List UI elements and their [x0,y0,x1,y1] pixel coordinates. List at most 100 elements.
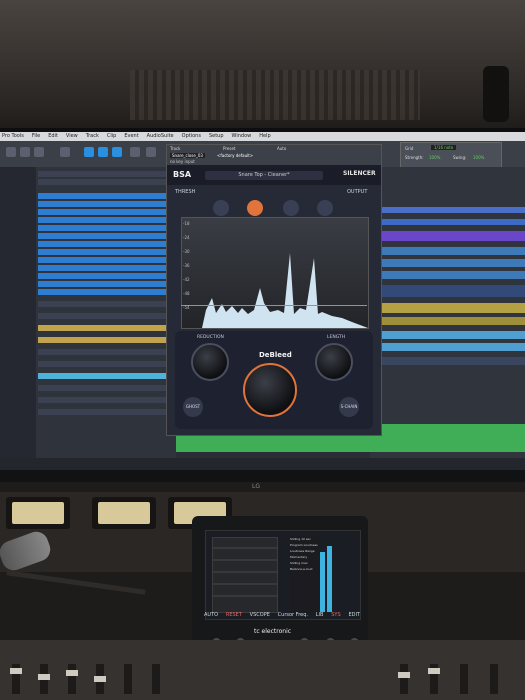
track-row[interactable] [38,265,174,271]
track-row[interactable] [38,179,174,185]
clip[interactable] [370,271,525,279]
track-row[interactable] [38,325,174,331]
spectrum-graph [182,253,368,328]
debleed-label: DeBleed [259,351,292,359]
kick-mode-icon[interactable] [213,200,229,216]
preset-select[interactable]: <factory default> [217,153,253,158]
tom-mode-icon[interactable] [283,200,299,216]
strength-value[interactable]: 100% [429,155,440,160]
track-row[interactable] [38,361,174,367]
smart-tool-button[interactable] [98,147,108,157]
tc-edit-button[interactable]: EDIT [348,612,360,624]
track-row[interactable] [38,217,174,223]
menu-item[interactable]: File [32,132,40,141]
track-row[interactable] [38,209,174,215]
clip[interactable] [370,331,525,339]
tool-button[interactable] [34,147,44,157]
track-row[interactable] [38,233,174,239]
fader-cap[interactable] [66,670,78,676]
track-row[interactable] [38,171,174,177]
track-row[interactable] [38,273,174,279]
preset-selector[interactable]: Snare Top - Cleaner* [205,171,323,180]
clip[interactable] [370,231,525,241]
clip[interactable] [370,219,525,225]
tc-auto-button[interactable]: AUTO [204,612,218,624]
tc-sys-button[interactable]: SYS [331,612,340,624]
menu-item[interactable]: Track [86,132,99,141]
grabber-tool-button[interactable] [84,147,94,157]
fader-cap[interactable] [398,672,410,678]
reduction-knob[interactable] [191,343,229,381]
track-row[interactable] [38,281,174,287]
key-input-select[interactable]: no key input [170,159,195,164]
clip[interactable] [370,247,525,255]
track-row[interactable] [38,201,174,207]
length-knob[interactable] [315,343,353,381]
tc-cursor-freq-button[interactable]: Cursor Freq. [278,612,308,624]
spectrum-display[interactable] [181,217,369,329]
track-row[interactable] [38,193,174,199]
clip[interactable] [370,259,525,267]
tc-reset-button[interactable]: RESET [226,612,242,624]
tool-button[interactable] [146,147,156,157]
tc-lib-button[interactable]: LIB [316,612,324,624]
console-fader[interactable] [124,664,132,694]
track-row[interactable] [38,373,174,379]
track-row[interactable] [38,397,174,403]
console-fader[interactable] [68,664,76,694]
tool-button[interactable] [130,147,140,157]
fader-cap[interactable] [10,668,22,674]
monitor-bezel [0,470,525,482]
schain-button[interactable]: S-CHAIN [339,397,359,417]
ghost-button[interactable]: GHOST [183,397,203,417]
grid-value-select[interactable]: 1/16 note [431,145,457,150]
track-row[interactable] [38,313,174,319]
clip[interactable] [370,207,525,213]
track-row[interactable] [38,241,174,247]
clip[interactable] [370,357,525,365]
menu-item[interactable]: Clip [107,132,116,141]
track-row[interactable] [38,225,174,231]
menu-item[interactable]: AudioSuite [147,132,174,141]
console-fader[interactable] [152,664,160,694]
console-fader[interactable] [460,664,468,694]
menu-item[interactable]: Edit [48,132,58,141]
fader-cap[interactable] [428,668,440,674]
tool-button[interactable] [20,147,30,157]
track-row[interactable] [38,289,174,295]
fader-cap[interactable] [94,676,106,682]
menu-item[interactable]: View [66,132,78,141]
cymbal-mode-icon[interactable] [317,200,333,216]
menu-item[interactable]: Help [259,132,270,141]
menu-item[interactable]: Options [182,132,201,141]
track-row[interactable] [38,349,174,355]
selector-tool-button[interactable] [112,147,122,157]
menu-item[interactable]: Pro Tools [2,132,24,141]
track-row[interactable] [38,249,174,255]
menu-item[interactable]: Window [232,132,252,141]
clip[interactable] [370,303,525,313]
clip[interactable] [370,285,525,297]
track-list [36,167,176,470]
track-row[interactable] [38,337,174,343]
menu-item[interactable]: Event [124,132,138,141]
thresh-label: THRESH [175,189,196,195]
track-row[interactable] [38,257,174,263]
debleed-knob[interactable] [243,363,297,417]
tc-vscope-button[interactable]: VSCOPE [250,612,270,624]
menu-item[interactable]: Setup [209,132,224,141]
tool-button[interactable] [6,147,16,157]
track-row[interactable] [38,409,174,415]
track-row[interactable] [38,301,174,307]
swing-value[interactable]: 100% [473,155,484,160]
fader-cap[interactable] [38,674,50,680]
track-row[interactable] [38,385,174,391]
snare-mode-icon[interactable] [247,200,263,216]
clip[interactable] [370,343,525,351]
clip[interactable] [370,317,525,325]
console-fader[interactable] [400,664,408,694]
track-select[interactable]: Snare_close_03 [170,153,205,158]
tool-button[interactable] [60,147,70,157]
console-fader[interactable] [490,664,498,694]
threshold-line[interactable] [181,305,367,306]
